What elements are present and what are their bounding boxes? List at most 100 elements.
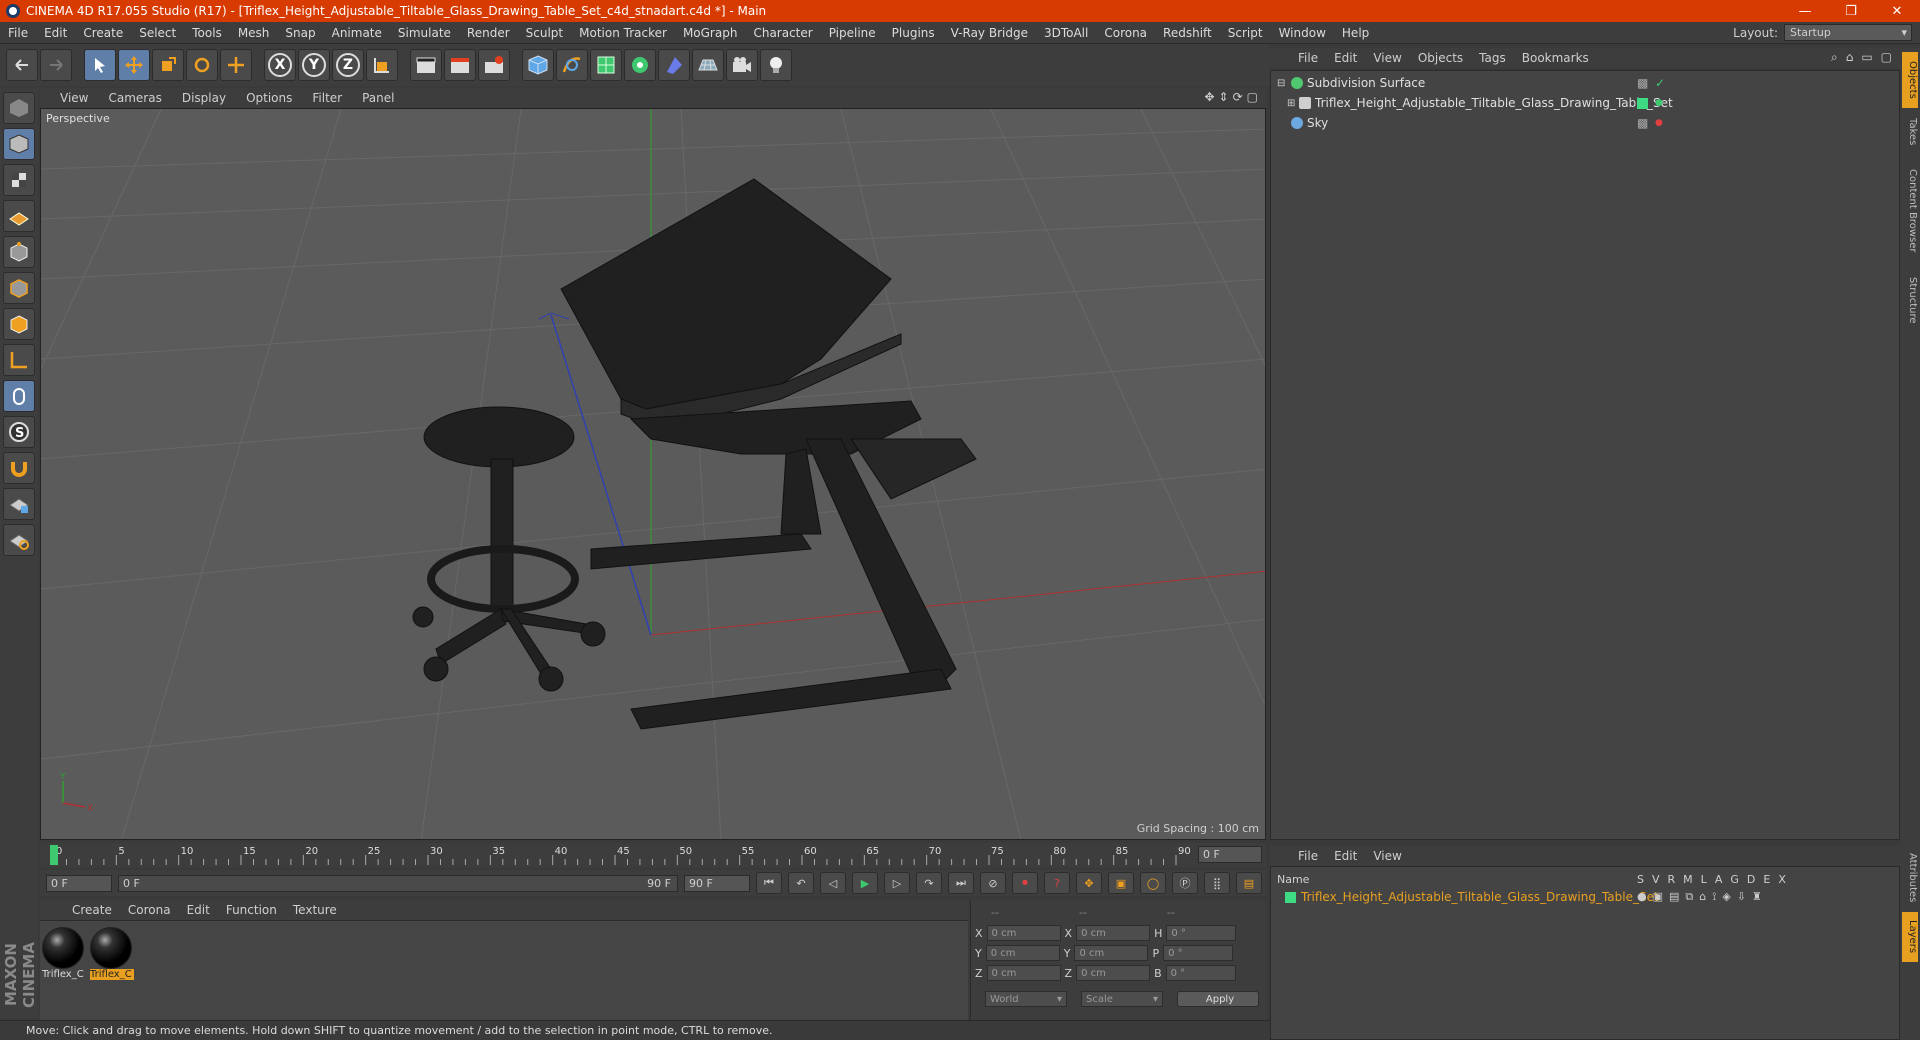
z-axis-lock-button[interactable]: Z: [332, 49, 364, 81]
layer-menu-view[interactable]: View: [1365, 849, 1409, 863]
render-to-picture-viewer-button[interactable]: [444, 49, 476, 81]
viewport-dolly-icon[interactable]: ⇕: [1219, 90, 1229, 104]
tab-structure[interactable]: Structure: [1902, 270, 1918, 330]
menu-motion-tracker[interactable]: Motion Tracker: [571, 26, 675, 40]
tab-content-browser[interactable]: Content Browser: [1902, 156, 1918, 266]
viewport-menu-filter[interactable]: Filter: [302, 91, 352, 105]
coordinate-system-button[interactable]: [366, 49, 398, 81]
snap-button[interactable]: [3, 452, 35, 484]
menu-help[interactable]: Help: [1334, 26, 1377, 40]
layout-select[interactable]: Startup ▾: [1784, 24, 1912, 41]
material-menu-corona[interactable]: Corona: [120, 903, 179, 917]
menu-select[interactable]: Select: [131, 26, 184, 40]
menu-script[interactable]: Script: [1220, 26, 1271, 40]
texture-mode-button[interactable]: [3, 164, 35, 196]
menu-render[interactable]: Render: [459, 26, 518, 40]
coordinate-space-select[interactable]: World ▾: [985, 991, 1067, 1007]
tab-layers[interactable]: Layers: [1902, 912, 1918, 962]
workplane-rotate-button[interactable]: [3, 524, 35, 556]
rot-p-field[interactable]: 0 °: [1163, 945, 1234, 961]
menu-pipeline[interactable]: Pipeline: [821, 26, 884, 40]
object-menu-edit[interactable]: Edit: [1326, 51, 1365, 65]
object-row[interactable]: ⊞ Triflex_Height_Adjustable_Tiltable_Gla…: [1271, 93, 1901, 113]
go-to-end-button[interactable]: ⏭: [948, 872, 974, 894]
menu-create[interactable]: Create: [75, 26, 131, 40]
tab-takes[interactable]: Takes: [1902, 112, 1918, 152]
menu-redshift[interactable]: Redshift: [1155, 26, 1220, 40]
new-view-icon[interactable]: ▭: [1861, 50, 1872, 65]
layer-row[interactable]: Triflex_Height_Adjustable_Tiltable_Glass…: [1271, 887, 1901, 907]
menu-snap[interactable]: Snap: [277, 26, 323, 40]
play-button[interactable]: ▶: [852, 872, 878, 894]
menu-vray-bridge[interactable]: V-Ray Bridge: [943, 26, 1036, 40]
menu-plugins[interactable]: Plugins: [884, 26, 943, 40]
light-button[interactable]: [760, 49, 792, 81]
viewport-menu-cameras[interactable]: Cameras: [98, 91, 171, 105]
layer-menu-file[interactable]: File: [1290, 849, 1326, 863]
menu-mesh[interactable]: Mesh: [230, 26, 278, 40]
record-active-objects-button[interactable]: ⏺: [1012, 872, 1038, 894]
object-row[interactable]: ⊟ Subdivision Surface ▩ ✓: [1271, 73, 1901, 93]
key-rotation-button[interactable]: ◯: [1140, 872, 1166, 894]
solo-button[interactable]: S: [3, 416, 35, 448]
material-menu-function[interactable]: Function: [218, 903, 285, 917]
object-menu-objects[interactable]: Objects: [1410, 51, 1471, 65]
key-position-button[interactable]: ✥: [1076, 872, 1102, 894]
viewport-menu-display[interactable]: Display: [172, 91, 236, 105]
key-parameter-button[interactable]: Ⓟ: [1172, 872, 1198, 894]
viewport-menu-panel[interactable]: Panel: [352, 91, 404, 105]
pen-spline-button[interactable]: [556, 49, 588, 81]
menu-animate[interactable]: Animate: [324, 26, 390, 40]
viewport-menu-view[interactable]: View: [50, 91, 98, 105]
object-row[interactable]: Sky ▩ ●: [1271, 113, 1901, 133]
rot-b-field[interactable]: 0 °: [1165, 965, 1236, 981]
size-y-field[interactable]: 0 cm: [1074, 945, 1149, 961]
timeline-button[interactable]: ▤: [1236, 872, 1262, 894]
viewport-menu-options[interactable]: Options: [236, 91, 302, 105]
viewport-pan-icon[interactable]: ✥: [1204, 90, 1214, 104]
collapse-toggle-icon[interactable]: ⊟: [1277, 78, 1285, 89]
viewport-maximize-icon[interactable]: ▢: [1247, 90, 1258, 104]
size-z-field[interactable]: 0 cm: [1076, 965, 1151, 981]
rot-h-field[interactable]: 0 °: [1166, 925, 1237, 941]
pos-z-field[interactable]: 0 cm: [986, 965, 1061, 981]
live-selection-button[interactable]: [84, 49, 116, 81]
floor-button[interactable]: [692, 49, 724, 81]
material-swatch-selected[interactable]: Triflex_C: [90, 927, 134, 985]
menu-corona[interactable]: Corona: [1096, 26, 1155, 40]
frame-ruler[interactable]: 0 5 10 15 20 25 30 35 40 45 50 55 60 65 70 75 80 85 90: [46, 843, 1196, 867]
menu-edit[interactable]: Edit: [36, 26, 75, 40]
frame-range-slider[interactable]: 0 F 90 F: [118, 874, 678, 892]
key-scale-button[interactable]: ▣: [1108, 872, 1134, 894]
scale-tool-button[interactable]: [152, 49, 184, 81]
viewport-orbit-icon[interactable]: ⟳: [1233, 90, 1243, 104]
workplane-mode-button[interactable]: [3, 200, 35, 232]
autokeying-button[interactable]: ?: [1044, 872, 1070, 894]
enabled-check-icon[interactable]: ✓: [1655, 76, 1665, 90]
size-mode-select[interactable]: Scale ▾: [1081, 991, 1163, 1007]
key-pla-button[interactable]: ⣿: [1204, 872, 1230, 894]
close-button[interactable]: ✕: [1874, 0, 1920, 22]
object-menu-tags[interactable]: Tags: [1471, 51, 1514, 65]
model-mode-button[interactable]: [3, 128, 35, 160]
object-menu-file[interactable]: File: [1290, 51, 1326, 65]
axis-mode-button[interactable]: [3, 344, 35, 376]
visibility-icon[interactable]: ▩: [1637, 116, 1648, 130]
visibility-dots-icon[interactable]: ●: [1655, 118, 1663, 128]
y-axis-lock-button[interactable]: Y: [298, 49, 330, 81]
next-key-button[interactable]: ↷: [916, 872, 942, 894]
tab-attributes[interactable]: Attributes: [1902, 848, 1918, 908]
home-icon[interactable]: ⌂: [1846, 50, 1854, 65]
deformer-button[interactable]: [658, 49, 690, 81]
end-frame-field[interactable]: 90 F: [684, 874, 750, 892]
menu-tools[interactable]: Tools: [184, 26, 230, 40]
material-menu-edit[interactable]: Edit: [179, 903, 218, 917]
layer-flag-icons[interactable]: ●▣▤⧉⌂⟟◈⇩♜: [1637, 890, 1768, 904]
apply-button[interactable]: Apply: [1177, 991, 1259, 1007]
menu-simulate[interactable]: Simulate: [390, 26, 459, 40]
visibility-icon[interactable]: ▩: [1637, 76, 1648, 90]
minimize-button[interactable]: —: [1782, 0, 1828, 22]
menu-mograph[interactable]: MoGraph: [675, 26, 746, 40]
visibility-dots-icon[interactable]: ●: [1655, 98, 1663, 108]
object-menu-view[interactable]: View: [1365, 51, 1409, 65]
